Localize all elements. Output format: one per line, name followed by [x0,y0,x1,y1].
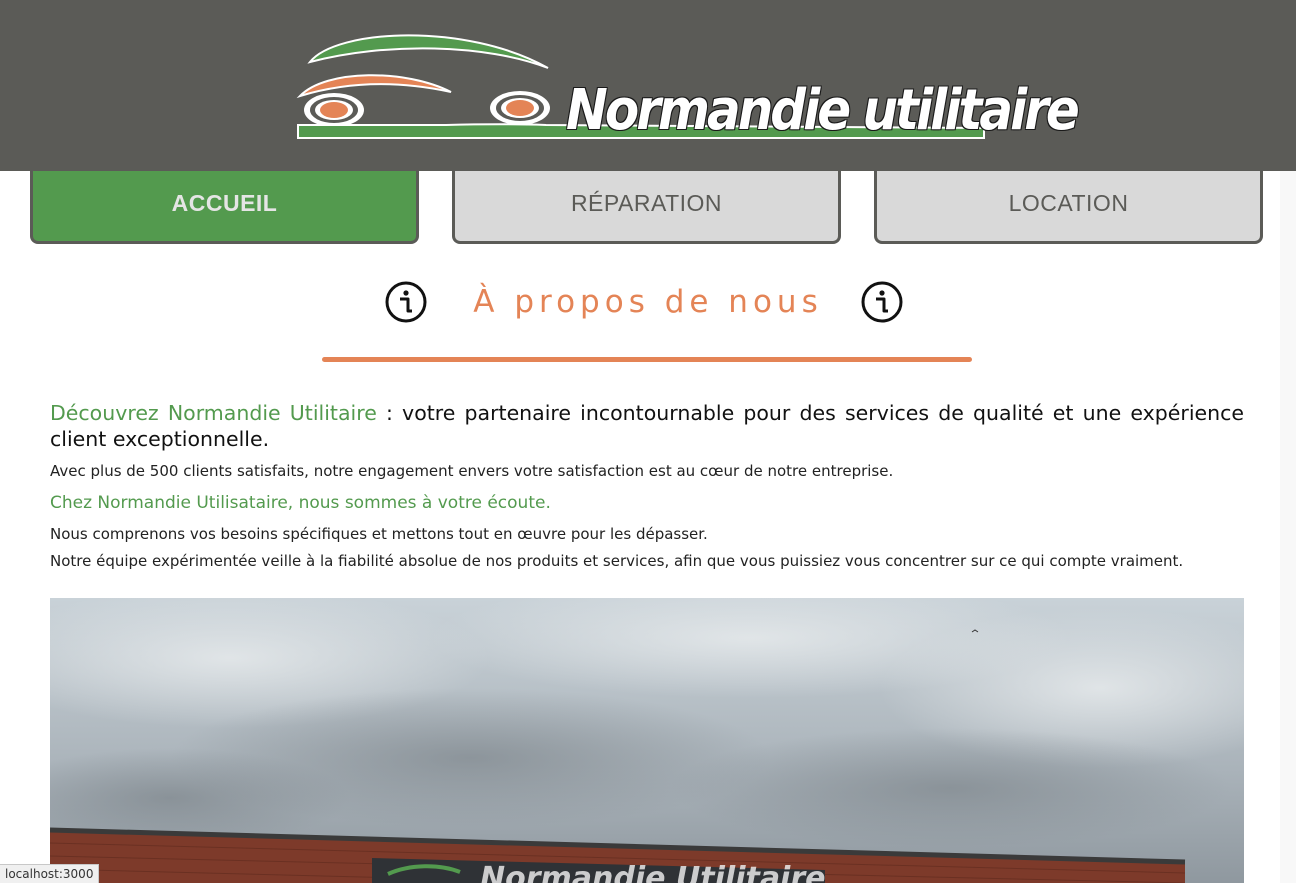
nav-reparation-button[interactable]: RÉPARATION [452,171,841,244]
team-paragraph: Notre équipe expérimentée veille à la fi… [50,552,1184,570]
logo-text: Normandie utilitaire [566,77,1080,143]
intro-paragraph: Découvrez Normandie Utilitaire : votre p… [50,400,1244,452]
page-title: À propos de nous [473,284,823,320]
listening-subheading: Chez Normandie Utilisataire, nous sommes… [50,493,551,513]
about-content: Découvrez Normandie Utilitaire : votre p… [50,400,1244,575]
storefront-image: Normandie Utilitaire [50,598,1244,883]
needs-paragraph: Nous comprenons vos besoins spécifiques … [50,525,708,543]
site-header: Normandie utilitaire [0,0,1296,171]
about-heading: À propos de nous [0,280,1296,334]
nav-accueil-button[interactable]: ACCUEIL [30,171,419,244]
storefront-photo: Normandie Utilitaire [50,598,1244,883]
scrollbar[interactable] [1280,171,1296,883]
main-nav: ACCUEIL RÉPARATION LOCATION [0,171,1296,245]
nav-accueil-label: ACCUEIL [171,189,278,216]
nav-reparation-label: RÉPARATION [570,189,723,216]
clients-text: Avec plus de 500 clients satisfaits, not… [50,462,894,480]
browser-status-url: localhost:3000 [0,864,100,883]
svg-text:Normandie Utilitaire: Normandie Utilitaire [480,861,825,883]
title-divider [322,357,972,362]
intro-highlight: Découvrez Normandie Utilitaire [50,401,377,425]
info-circle-icon [861,281,903,323]
nav-location-label: LOCATION [1008,189,1129,216]
nav-location-button[interactable]: LOCATION [874,171,1263,244]
